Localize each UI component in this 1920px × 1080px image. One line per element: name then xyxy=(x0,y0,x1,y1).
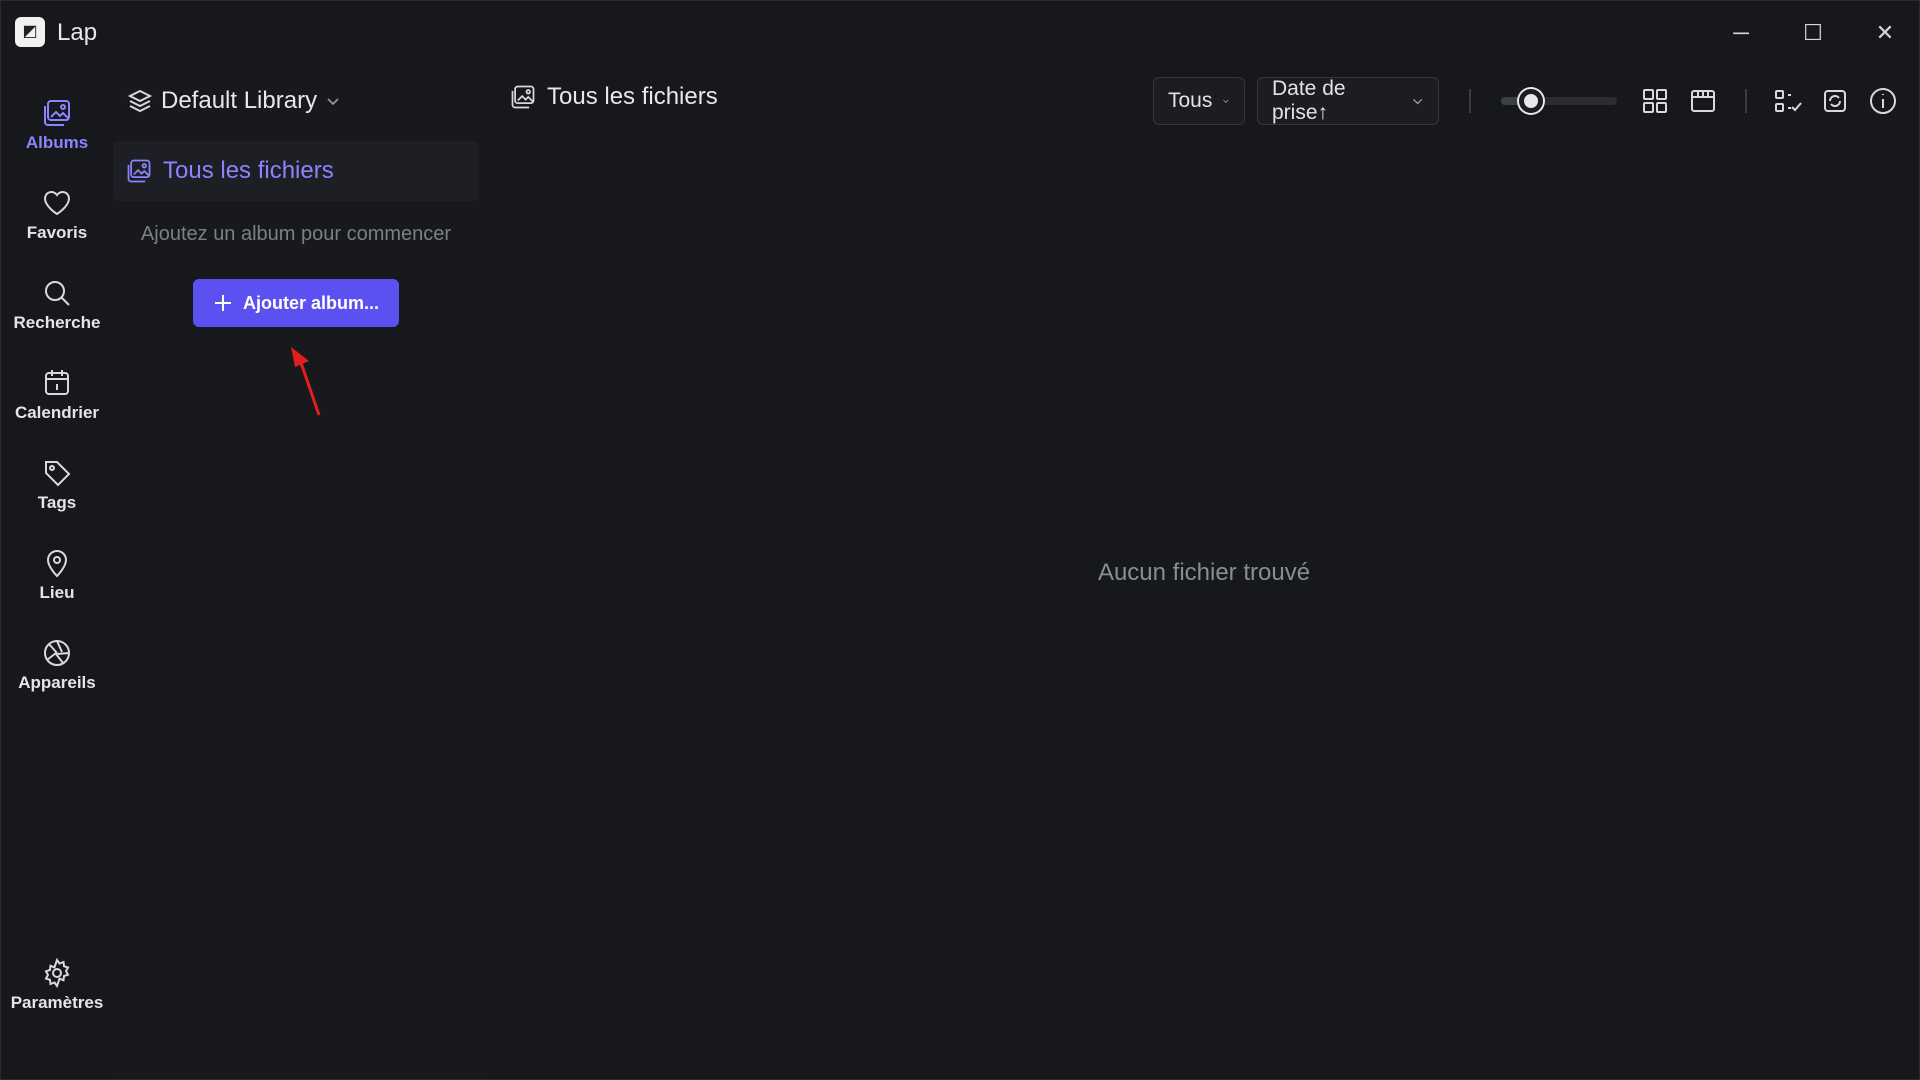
breadcrumb-label: Tous les fichiers xyxy=(547,83,718,110)
annotation-arrow-icon xyxy=(291,347,321,416)
albums-icon xyxy=(44,100,70,126)
rail-item-favoris[interactable]: Favoris xyxy=(1,187,113,271)
nav-rail: Albums Favoris Recherche Calendrier Tags xyxy=(1,65,113,1079)
slider-thumb[interactable] xyxy=(1519,89,1544,113)
albums-icon xyxy=(127,159,151,183)
album-item-all-files[interactable]: Tous les fichiers xyxy=(113,141,479,201)
filter-dropdown[interactable]: Tous xyxy=(1153,77,1245,125)
info-icon[interactable] xyxy=(1867,85,1899,117)
heart-icon xyxy=(43,190,71,216)
album-pane: Default Library Tous les fichiers Ajoute… xyxy=(113,65,489,1079)
calendar-icon xyxy=(45,370,69,395)
title-bar: ◩ Lap ─ ☐ ✕ xyxy=(1,1,1919,65)
rail-item-albums[interactable]: Albums xyxy=(1,97,113,181)
rail-label: Albums xyxy=(25,133,89,152)
minimize-button[interactable]: ─ xyxy=(1711,13,1771,53)
thumbnail-size-slider[interactable] xyxy=(1501,89,1617,113)
add-album-button[interactable]: Ajouter album... xyxy=(193,279,399,327)
layers-icon xyxy=(127,89,153,113)
rail-item-lieu[interactable]: Lieu xyxy=(1,547,113,631)
empty-state-message: Aucun fichier trouvé xyxy=(1097,559,1311,586)
library-selector[interactable]: Default Library xyxy=(127,83,341,119)
album-item-label: Tous les fichiers xyxy=(163,157,334,184)
rail-label: Tags xyxy=(37,493,77,512)
rail-label: Recherche xyxy=(13,313,101,332)
sort-dropdown[interactable]: Date de prise↑ xyxy=(1257,77,1439,125)
gear-icon xyxy=(44,957,70,989)
maximize-button[interactable]: ☐ xyxy=(1783,13,1843,53)
chevron-down-icon xyxy=(1412,98,1422,105)
app-title: Lap xyxy=(57,19,98,46)
rail-item-parametres[interactable]: Paramètres xyxy=(1,957,113,1041)
rail-item-recherche[interactable]: Recherche xyxy=(1,277,113,361)
rail-label: Paramètres xyxy=(10,993,104,1012)
toolbar-divider xyxy=(1745,89,1747,113)
chevron-down-icon xyxy=(1223,99,1229,103)
toolbar-divider xyxy=(1469,89,1471,113)
grid-view-icon[interactable] xyxy=(1639,85,1671,117)
rail-item-calendrier[interactable]: Calendrier xyxy=(1,367,113,451)
rail-label: Calendrier xyxy=(14,403,100,422)
chevron-down-icon xyxy=(327,98,339,106)
app-logo-icon: ◩ xyxy=(15,17,45,47)
rail-label: Appareils xyxy=(18,673,96,692)
rail-item-appareils[interactable]: Appareils xyxy=(1,637,113,721)
rotate-view-icon[interactable] xyxy=(1819,85,1851,117)
plus-icon xyxy=(214,295,231,311)
calendar-grid-view-icon[interactable] xyxy=(1687,85,1719,117)
albums-icon xyxy=(511,85,535,109)
rail-item-tags[interactable]: Tags xyxy=(1,457,113,541)
sort-dropdown-value: Date de prise↑ xyxy=(1272,77,1346,124)
camera-aperture-icon xyxy=(44,640,70,666)
location-pin-icon xyxy=(46,550,68,578)
breadcrumb: Tous les fichiers xyxy=(509,83,718,111)
close-button[interactable]: ✕ xyxy=(1855,13,1915,53)
rail-label: Lieu xyxy=(39,583,75,602)
filter-dropdown-value: Tous xyxy=(1168,89,1213,112)
main-content: Tous les fichiers Tous Date de prise↑ Au… xyxy=(489,65,1919,1079)
library-label: Default Library xyxy=(161,87,318,114)
add-album-label: Ajouter album... xyxy=(242,292,379,313)
search-icon xyxy=(45,281,70,306)
select-checklist-icon[interactable] xyxy=(1771,85,1803,117)
app-window: ◩ Lap ─ ☐ ✕ Albums Favoris Recherche Cal… xyxy=(0,0,1920,1080)
tag-icon xyxy=(45,461,71,487)
rail-label: Favoris xyxy=(26,223,88,242)
empty-albums-hint: Ajoutez un album pour commencer xyxy=(140,223,452,245)
